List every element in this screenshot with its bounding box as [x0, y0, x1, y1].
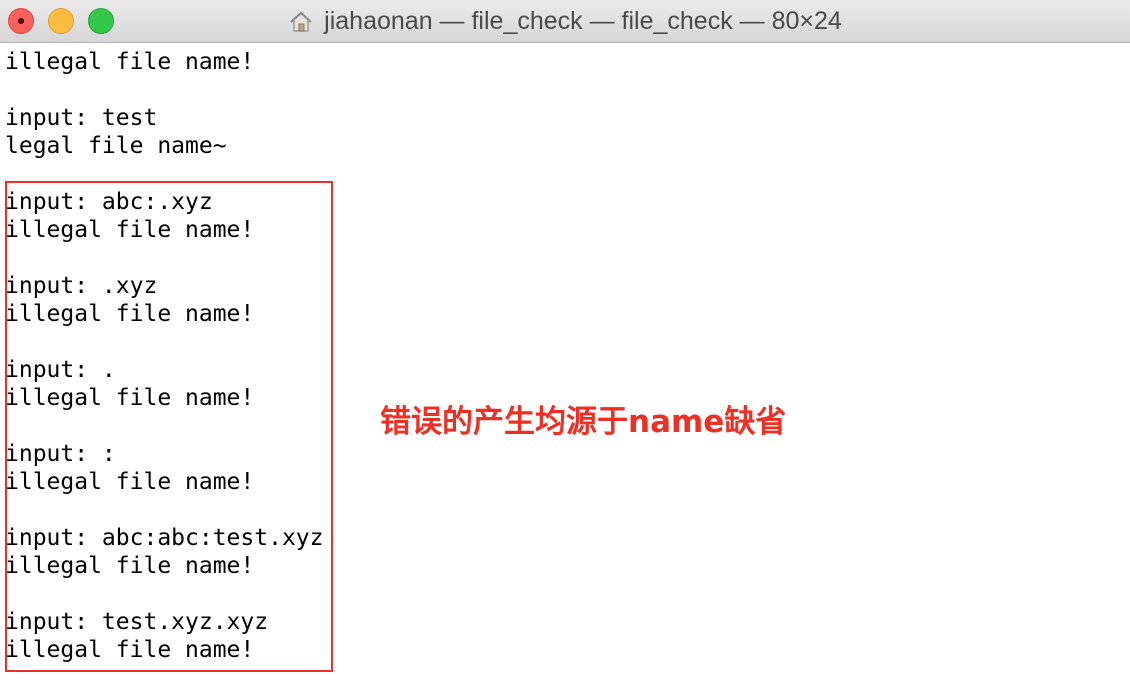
title-bar[interactable]: jiahaonan — file_check — file_check — 80… — [0, 0, 1130, 43]
terminal-window: jiahaonan — file_check — file_check — 80… — [0, 0, 1130, 686]
terminal-content[interactable]: illegal file name! input: test legal fil… — [0, 44, 1130, 686]
home-folder-icon — [290, 11, 312, 32]
terminal-line: illegal file name! — [5, 49, 255, 75]
title-container: jiahaonan — file_check — file_check — 80… — [0, 0, 1130, 43]
highlight-box — [5, 181, 333, 672]
annotation-text: 错误的产生均源于name缺省 — [380, 404, 787, 440]
terminal-line: legal file name~ — [5, 133, 227, 159]
window-title: jiahaonan — file_check — file_check — 80… — [324, 7, 842, 35]
terminal-line: input: test — [5, 105, 158, 131]
